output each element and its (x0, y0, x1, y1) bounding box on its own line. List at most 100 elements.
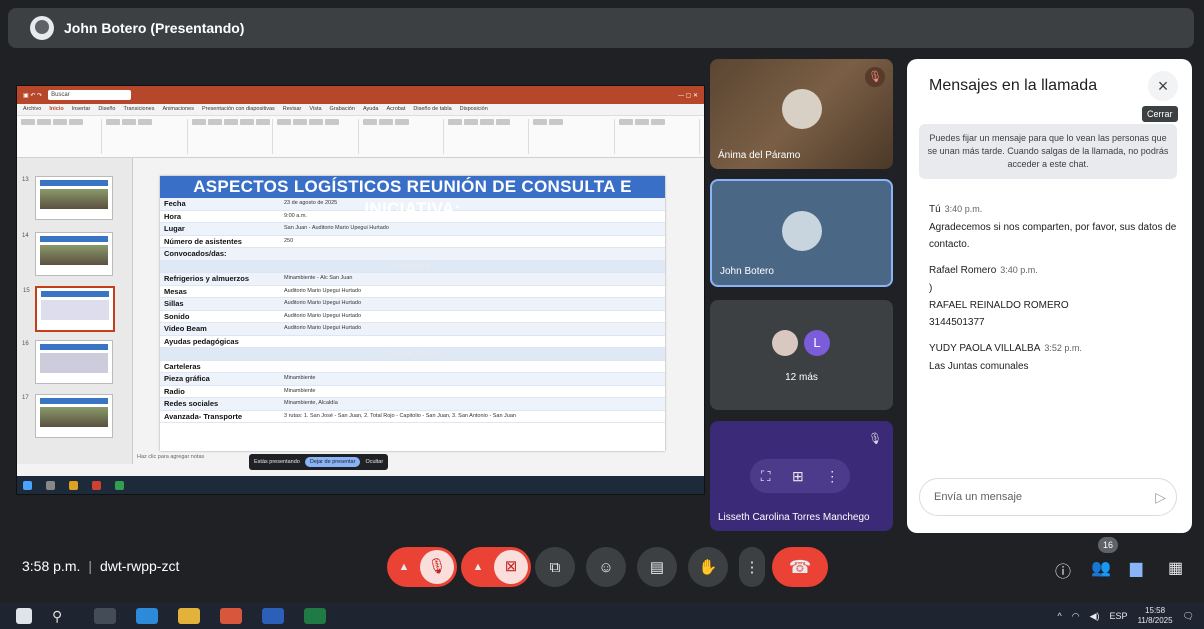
participant-tile[interactable]: 🎙 Ánima del Páramo (710, 59, 893, 169)
chat-panel: Mensajes en la llamada × Puedes fijar un… (907, 59, 1192, 533)
slide-row-value: Minambiente, Alcaldía (284, 400, 338, 406)
present-icon: ⧉ (549, 558, 561, 576)
chat-message: Tú 3:40 p.m. Agradecemos si nos comparten,… (929, 204, 1179, 253)
slide-table-row: Fecha 23 de agosto de 2025 (160, 198, 665, 211)
sender-name: Tú (929, 204, 941, 215)
notes-hint: Haz clic para agregar notas (137, 454, 205, 460)
chrome-icon[interactable] (220, 608, 242, 624)
meeting-code: dwt-rwpp-zct (100, 558, 180, 574)
slide-row-label: Pieza gráfica (164, 374, 210, 383)
mic-off-icon: 🎙 (868, 433, 882, 445)
slide-row-value: Auditorio Mario Upegui Hurtado (284, 325, 362, 331)
participant-name: John Botero (720, 266, 774, 277)
meeting-time: 3:58 p.m. (22, 558, 81, 574)
powerpoint-ribbon (17, 116, 704, 158)
add-icon[interactable]: ⊞ (792, 468, 804, 485)
file-explorer-icon[interactable] (178, 608, 200, 624)
clock-date: 11/8/2025 (1137, 616, 1173, 625)
slide-row-label: Número de asistentes (164, 236, 242, 246)
present-button[interactable]: ⧉ (535, 547, 575, 587)
ppt-menu-item: Presentación con diapositivas (201, 106, 275, 112)
slide-row-label: Convocados/das: (164, 249, 227, 258)
chevron-up-icon[interactable]: ^ (1058, 611, 1062, 621)
powerpoint-icon (92, 480, 101, 490)
excel-icon[interactable] (304, 608, 326, 624)
sender-name: YUDY PAOLA VILLALBA (929, 343, 1041, 354)
more-vert-icon: ⋮ (744, 559, 760, 576)
search-icon[interactable]: ⚲ (52, 608, 74, 624)
sender-name: Rafael Romero (929, 265, 997, 276)
chat-icon[interactable]: ▆ (1130, 558, 1142, 578)
slide-row-label: Radio (164, 386, 185, 396)
clock[interactable]: 15:58 11/8/2025 (1138, 606, 1173, 626)
message-placeholder: Envía un mensaje (934, 491, 1023, 503)
slide-table-row: Lugar San Juan - Auditorio Mario Upegui H… (160, 223, 665, 236)
mic-control[interactable]: ▲ 🎙 (387, 547, 457, 587)
slide-row-label: Video Beam (164, 324, 207, 333)
remote-taskbar (17, 476, 704, 494)
camera-control[interactable]: ▲ ⊠ (461, 547, 531, 587)
leave-call-button[interactable]: ☎ (772, 547, 828, 587)
slide-row-value: San Juan - Auditorio Mario Upegui Hurtad… (284, 225, 389, 231)
slide-row-label: Carteleras (164, 361, 201, 371)
slide-table-row: Mesas Auditorio Mario Upegui Hurtado (160, 286, 665, 298)
close-icon[interactable]: × (1148, 71, 1178, 101)
task-view-icon[interactable] (94, 608, 116, 624)
ppt-menu-item: Revisar (282, 106, 302, 112)
slide-row-value: Auditorio Mario Upegui Hurtado (284, 287, 362, 294)
avatar-letter: L (804, 330, 830, 356)
powerpoint-titlebar: ▣ ↶ ↷ Buscar — ▢ ✕ (17, 86, 704, 104)
chat-title: Mensajes en la llamada (929, 77, 1098, 94)
ppt-menu-item: Transiciones (123, 106, 155, 112)
captions-button[interactable]: ▤ (637, 547, 677, 587)
slide-table-row: Sillas Auditorio Mario Upegui Hurtado (160, 298, 665, 311)
slide-table-row: CONVOCATORIA (160, 348, 665, 361)
participant-tile-self[interactable]: 🎙 ⛶ ⊞ ⋮ Lisseth Carolina Torres Manchego (710, 421, 893, 531)
slide-row-label: Ayudas pedagógicas (164, 336, 239, 346)
ppt-menu-item: Diseño (98, 106, 116, 112)
slide-table-row: INSUMOS (160, 260, 665, 273)
ppt-menu-item: Vista (309, 106, 322, 112)
info-icon[interactable]: ⓘ (1055, 558, 1071, 582)
send-icon[interactable]: ▷ (1155, 479, 1166, 515)
slide-row-label: Sillas (164, 299, 184, 308)
window-controls-icon: — ▢ ✕ (677, 92, 698, 99)
message-sender: Tú 3:40 p.m. (929, 204, 1179, 215)
volume-icon[interactable]: ◀) (1090, 611, 1100, 622)
hide-button: Ocultar (365, 459, 384, 465)
participant-tile-more[interactable]: L 12 más (710, 300, 893, 410)
avatar (772, 330, 798, 356)
notifications-icon[interactable]: 🗨 (1183, 611, 1194, 622)
message-text: Las Juntas comunales (929, 361, 1029, 372)
slide-row-value: Minambiente - Alc San Juan (284, 275, 353, 281)
word-icon[interactable] (262, 608, 284, 624)
message-text: 3144501377 (929, 317, 985, 328)
chat-message: YUDY PAOLA VILLALBA 3:52 p.m. Las Juntas c… (929, 343, 1179, 375)
hand-icon: ✋ (698, 559, 718, 576)
presenter-avatar-icon (30, 16, 54, 40)
windows-icon (23, 480, 32, 490)
slide-table-row: Carteleras (160, 361, 665, 373)
chevron-up-icon[interactable]: ▲ (464, 561, 492, 573)
people-icon[interactable]: 👥 (1091, 558, 1111, 578)
slide-table-row: Refrigerios y almuerzos Minambiente - Alc… (160, 273, 665, 286)
slide-row-value: 9:00 a.m. (284, 212, 307, 219)
reactions-button[interactable]: ☺ (586, 547, 626, 587)
start-icon[interactable] (16, 608, 32, 624)
chat-messages: Tú 3:40 p.m. Agradecemos si nos comparten,… (929, 204, 1179, 387)
participant-tile-speaking[interactable]: John Botero (710, 179, 893, 287)
mic-off-icon[interactable]: 🎙 (420, 550, 454, 584)
activities-icon[interactable]: ▦ (1168, 558, 1183, 578)
more-options-icon[interactable]: ⋮ (825, 468, 839, 485)
slide-thumb: 13 (22, 176, 113, 220)
chevron-up-icon[interactable]: ▲ (390, 561, 418, 573)
more-options-button[interactable]: ⋮ (739, 547, 765, 587)
wifi-icon[interactable]: ◠ (1072, 611, 1080, 622)
camera-off-icon[interactable]: ⊠ (494, 550, 528, 584)
edge-icon[interactable] (136, 608, 158, 624)
language-indicator[interactable]: ESP (1110, 611, 1128, 621)
message-input[interactable]: Envía un mensaje ▷ (919, 478, 1177, 516)
ppt-menu-item: Diseño de tabla (413, 106, 452, 112)
frame-icon[interactable]: ⛶ (761, 468, 771, 485)
raise-hand-button[interactable]: ✋ (688, 547, 728, 587)
